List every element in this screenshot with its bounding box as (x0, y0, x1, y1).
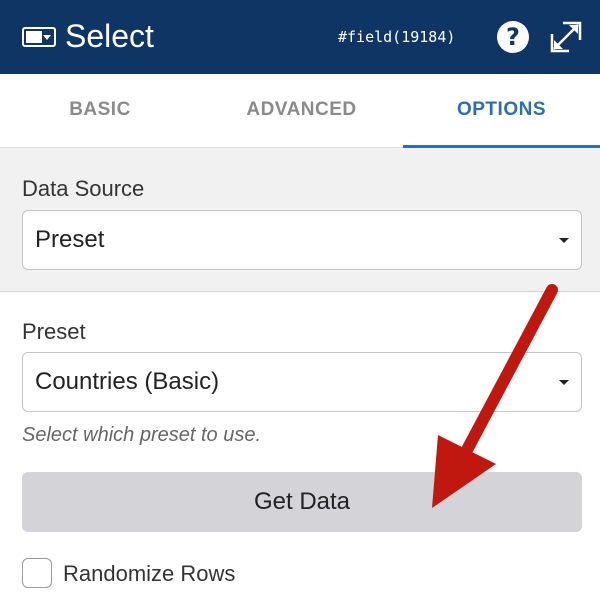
select-field-icon (22, 27, 56, 47)
panel-title: Select (65, 18, 154, 54)
data-source-select[interactable]: Preset (22, 210, 582, 270)
preset-hint: Select which preset to use. (22, 424, 262, 446)
tab-advanced[interactable]: ADVANCED (200, 74, 403, 148)
chevron-down-icon (559, 380, 569, 385)
expand-icon[interactable] (549, 20, 583, 54)
data-source-section: Data Source Preset (0, 148, 600, 292)
tab-basic[interactable]: BASIC (0, 74, 200, 148)
data-source-value: Preset (35, 226, 105, 253)
data-source-label: Data Source (22, 176, 145, 201)
help-icon[interactable]: ? (497, 21, 529, 53)
preset-value: Countries (Basic) (35, 368, 220, 395)
panel-header: Select #field(19184) ? (0, 0, 600, 74)
chevron-down-icon (559, 238, 569, 243)
preset-select[interactable]: Countries (Basic) (22, 352, 582, 412)
preset-label: Preset (22, 319, 86, 344)
tab-options[interactable]: OPTIONS (403, 74, 600, 149)
get-data-button[interactable]: Get Data (22, 472, 582, 532)
tab-bar: BASIC ADVANCED OPTIONS (0, 74, 600, 149)
field-id-label: #field(19184) (338, 28, 456, 46)
randomize-rows-checkbox[interactable] (22, 558, 52, 588)
randomize-rows-label: Randomize Rows (63, 561, 236, 586)
